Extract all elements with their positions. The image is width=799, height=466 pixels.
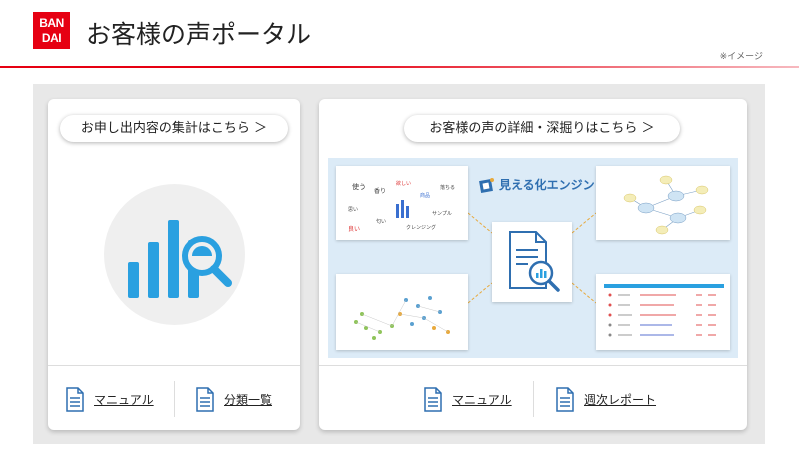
network-map-thumbnail — [336, 274, 468, 350]
mind-map-thumbnail — [596, 166, 730, 240]
summary-card: お申し出内容の集計はこちら ＞ マニュアル 分類一覧 — [48, 99, 300, 430]
document-icon — [556, 387, 574, 412]
ranking-table-thumbnail — [596, 274, 730, 350]
network-nodes — [354, 296, 450, 340]
header: BAN DAI お客様の声ポータル ※イメージ — [0, 0, 799, 68]
bandai-logo[interactable]: BAN DAI — [33, 12, 70, 49]
card-footer-divider — [319, 365, 747, 366]
mind-map-nodes — [623, 175, 709, 235]
detail-link-button[interactable]: お客様の声の詳細・深掘りはこちら ＞ — [404, 115, 680, 142]
document-icon — [424, 387, 442, 412]
document-icon — [66, 387, 84, 412]
content-panel: お申し出内容の集計はこちら ＞ マニュアル 分類一覧 お客様の声の詳細・深掘りは… — [33, 84, 765, 444]
bar-chart-search-icon — [128, 220, 232, 298]
footer-link-separator — [174, 381, 175, 417]
header-divider — [0, 66, 799, 68]
document-analysis-box — [492, 222, 572, 302]
word-cloud-bars — [396, 200, 409, 218]
summary-link-button[interactable]: お申し出内容の集計はこちら ＞ — [60, 115, 288, 142]
word-cloud-thumbnail: 使う 香り 思い 欲しい 商品 落ちる サンプル 良い 匂い クレンジング — [336, 166, 468, 240]
detail-card: お客様の声の詳細・深掘りはこちら ＞ 使う 香り 思い 欲しい 商品 落ちる サ… — [319, 99, 747, 430]
logo-text-top: BAN — [39, 16, 64, 30]
weekly-report-link[interactable]: 週次レポート — [555, 387, 656, 412]
document-search-icon — [509, 231, 560, 292]
manual-link-left[interactable]: マニュアル — [65, 387, 154, 412]
visualization-engine-label-group: 見える化エンジン — [479, 176, 595, 193]
category-list-link[interactable]: 分類一覧 — [195, 387, 272, 412]
weekly-report-label: 週次レポート — [584, 393, 657, 407]
manual-link-label: マニュアル — [94, 393, 154, 407]
manual-link-label: マニュアル — [452, 393, 512, 407]
footer-link-separator — [533, 381, 534, 417]
document-icon — [196, 387, 214, 412]
page-title: お客様の声ポータル — [86, 20, 312, 49]
ranking-rows — [604, 284, 724, 337]
chart-search-illustration[interactable] — [104, 184, 245, 325]
card-footer-divider — [48, 365, 300, 366]
engine-logo-icon — [479, 177, 494, 193]
manual-link-right[interactable]: マニュアル — [423, 387, 512, 412]
engine-label: 見える化エンジン — [499, 178, 595, 192]
logo-text-bottom: DAI — [41, 31, 62, 45]
visualization-engine-diagram[interactable]: 使う 香り 思い 欲しい 商品 落ちる サンプル 良い 匂い クレンジング 見え… — [328, 158, 738, 358]
category-list-label: 分類一覧 — [224, 393, 273, 407]
image-note: ※イメージ — [719, 52, 763, 62]
